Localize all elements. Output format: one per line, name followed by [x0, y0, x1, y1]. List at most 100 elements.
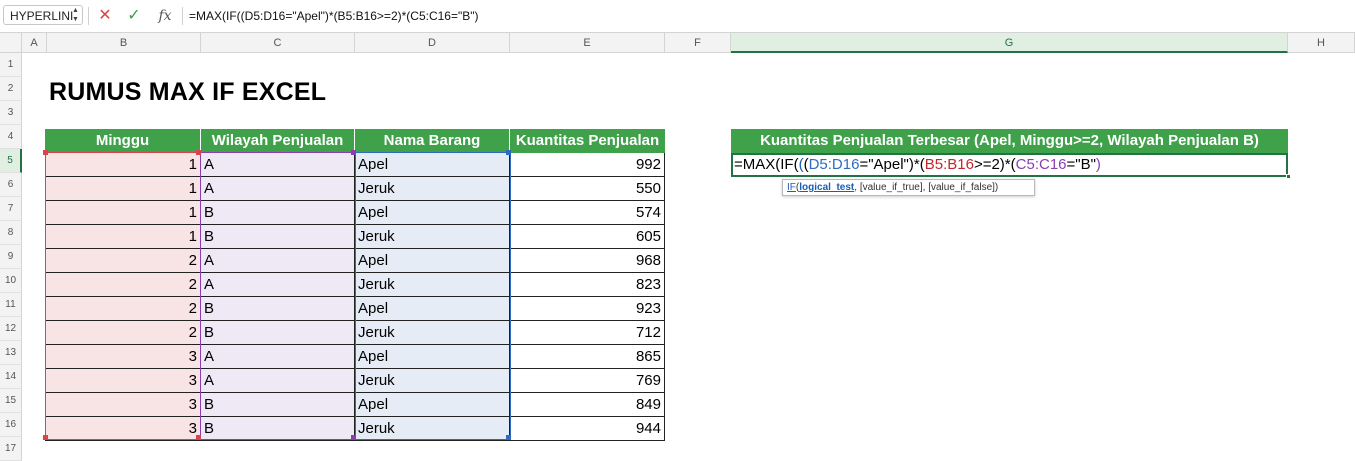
cell-kuantitas[interactable]: 712: [510, 321, 665, 345]
cell-nama-barang[interactable]: Jeruk: [355, 177, 510, 201]
header-kuantitas[interactable]: Kuantitas Penjualan: [510, 129, 665, 153]
row-header-11[interactable]: 11: [0, 293, 22, 317]
range-resize-handle[interactable]: [43, 435, 48, 440]
column-header-h[interactable]: H: [1288, 33, 1355, 53]
row-header-5[interactable]: 5: [0, 149, 22, 173]
row-header-14[interactable]: 14: [0, 365, 22, 389]
cell-nama-barang[interactable]: Jeruk: [355, 369, 510, 393]
cell-nama-barang[interactable]: Apel: [355, 297, 510, 321]
cell-kuantitas[interactable]: 823: [510, 273, 665, 297]
cell-kuantitas[interactable]: 865: [510, 345, 665, 369]
cell-kuantitas[interactable]: 550: [510, 177, 665, 201]
row-header-12[interactable]: 12: [0, 317, 22, 341]
row-header-3[interactable]: 3: [0, 101, 22, 125]
row-header-8[interactable]: 8: [0, 221, 22, 245]
header-nama-barang[interactable]: Nama Barang: [355, 129, 510, 153]
range-resize-handle[interactable]: [351, 435, 356, 440]
cell-minggu[interactable]: 2: [45, 273, 201, 297]
cell-kuantitas[interactable]: 605: [510, 225, 665, 249]
formula-input[interactable]: =MAX(IF((D5:D16="Apel")*(B5:B16>=2)*(C5:…: [189, 7, 479, 25]
cell-wilayah[interactable]: B: [201, 297, 355, 321]
row-header-6[interactable]: 6: [0, 173, 22, 197]
range-resize-handle[interactable]: [351, 150, 356, 155]
cell-minggu[interactable]: 1: [45, 201, 201, 225]
select-all-corner[interactable]: [0, 33, 22, 53]
row-header-7[interactable]: 7: [0, 197, 22, 221]
range-resize-handle[interactable]: [506, 150, 511, 155]
cell-minggu[interactable]: 1: [45, 153, 201, 177]
cell-nama-barang[interactable]: Apel: [355, 201, 510, 225]
cell-minggu[interactable]: 3: [45, 369, 201, 393]
column-header-e[interactable]: E: [510, 33, 665, 53]
header-minggu[interactable]: Minggu: [45, 129, 201, 153]
active-cell-g5[interactable]: =MAX(IF(((D5:D16="Apel")*(B5:B16>=2)*(C5…: [731, 153, 1288, 177]
cell-kuantitas[interactable]: 992: [510, 153, 665, 177]
fill-handle[interactable]: [1286, 174, 1291, 179]
cell-minggu[interactable]: 2: [45, 249, 201, 273]
formula-token: B5:B16: [924, 156, 974, 173]
cell-nama-barang[interactable]: Jeruk: [355, 321, 510, 345]
cell-kuantitas[interactable]: 769: [510, 369, 665, 393]
column-header-d[interactable]: D: [355, 33, 510, 53]
cell-minggu[interactable]: 2: [45, 321, 201, 345]
cell-minggu[interactable]: 3: [45, 345, 201, 369]
cell-minggu[interactable]: 1: [45, 177, 201, 201]
cell-wilayah[interactable]: B: [201, 393, 355, 417]
cancel-icon[interactable]: ✕: [95, 6, 115, 26]
row-header-16[interactable]: 16: [0, 413, 22, 437]
column-header-c[interactable]: C: [201, 33, 355, 53]
cell-wilayah[interactable]: A: [201, 345, 355, 369]
range-resize-handle[interactable]: [43, 150, 48, 155]
cell-wilayah[interactable]: B: [201, 201, 355, 225]
row-header-13[interactable]: 13: [0, 341, 22, 365]
result-header[interactable]: Kuantitas Penjualan Terbesar (Apel, Ming…: [731, 129, 1288, 153]
cell-nama-barang[interactable]: Jeruk: [355, 225, 510, 249]
cell-wilayah[interactable]: A: [201, 273, 355, 297]
enter-check-icon[interactable]: ✓: [124, 6, 144, 26]
column-header-f[interactable]: F: [665, 33, 731, 53]
cell-kuantitas[interactable]: 968: [510, 249, 665, 273]
cell-minggu[interactable]: 2: [45, 297, 201, 321]
row-header-10[interactable]: 10: [0, 269, 22, 293]
range-resize-handle[interactable]: [196, 435, 201, 440]
cell-nama-barang[interactable]: Jeruk: [355, 417, 510, 441]
name-box-dropdown-icon[interactable]: ▲ ▼: [72, 6, 79, 24]
cell-minggu[interactable]: 1: [45, 225, 201, 249]
cell-wilayah[interactable]: A: [201, 153, 355, 177]
row-header-9[interactable]: 9: [0, 245, 22, 269]
cell-kuantitas[interactable]: 944: [510, 417, 665, 441]
header-wilayah[interactable]: Wilayah Penjualan: [201, 129, 355, 153]
cell-nama-barang[interactable]: Apel: [355, 153, 510, 177]
row-header-1[interactable]: 1: [0, 53, 22, 77]
cell-nama-barang[interactable]: Apel: [355, 249, 510, 273]
column-header-a[interactable]: A: [22, 33, 47, 53]
tooltip-function-name[interactable]: IF: [787, 182, 796, 193]
cell-kuantitas[interactable]: 574: [510, 201, 665, 225]
row-header-2[interactable]: 2: [0, 77, 22, 101]
cell-minggu[interactable]: 3: [45, 393, 201, 417]
cell-wilayah[interactable]: B: [201, 417, 355, 441]
cell-wilayah[interactable]: A: [201, 177, 355, 201]
row-header-4[interactable]: 4: [0, 125, 22, 149]
row-header-17[interactable]: 17: [0, 437, 22, 461]
insert-function-icon[interactable]: fx: [155, 6, 175, 26]
cell-kuantitas[interactable]: 849: [510, 393, 665, 417]
range-resize-handle[interactable]: [506, 435, 511, 440]
tooltip-current-arg[interactable]: logical_test: [799, 182, 854, 193]
cell-kuantitas[interactable]: 923: [510, 297, 665, 321]
tooltip-remaining-args: , [value_if_true], [value_if_false]): [854, 182, 999, 193]
cell-wilayah[interactable]: B: [201, 225, 355, 249]
column-header-g[interactable]: G: [731, 33, 1288, 53]
cell-wilayah[interactable]: B: [201, 321, 355, 345]
range-resize-handle[interactable]: [196, 150, 201, 155]
cell-wilayah[interactable]: A: [201, 249, 355, 273]
formula-token: ="Apel")*(: [859, 156, 925, 173]
cell-minggu[interactable]: 3: [45, 417, 201, 441]
name-box[interactable]: HYPERLINI: [3, 5, 83, 25]
cell-nama-barang[interactable]: Jeruk: [355, 273, 510, 297]
row-header-15[interactable]: 15: [0, 389, 22, 413]
cell-nama-barang[interactable]: Apel: [355, 393, 510, 417]
cell-wilayah[interactable]: A: [201, 369, 355, 393]
cell-nama-barang[interactable]: Apel: [355, 345, 510, 369]
column-header-b[interactable]: B: [47, 33, 201, 53]
